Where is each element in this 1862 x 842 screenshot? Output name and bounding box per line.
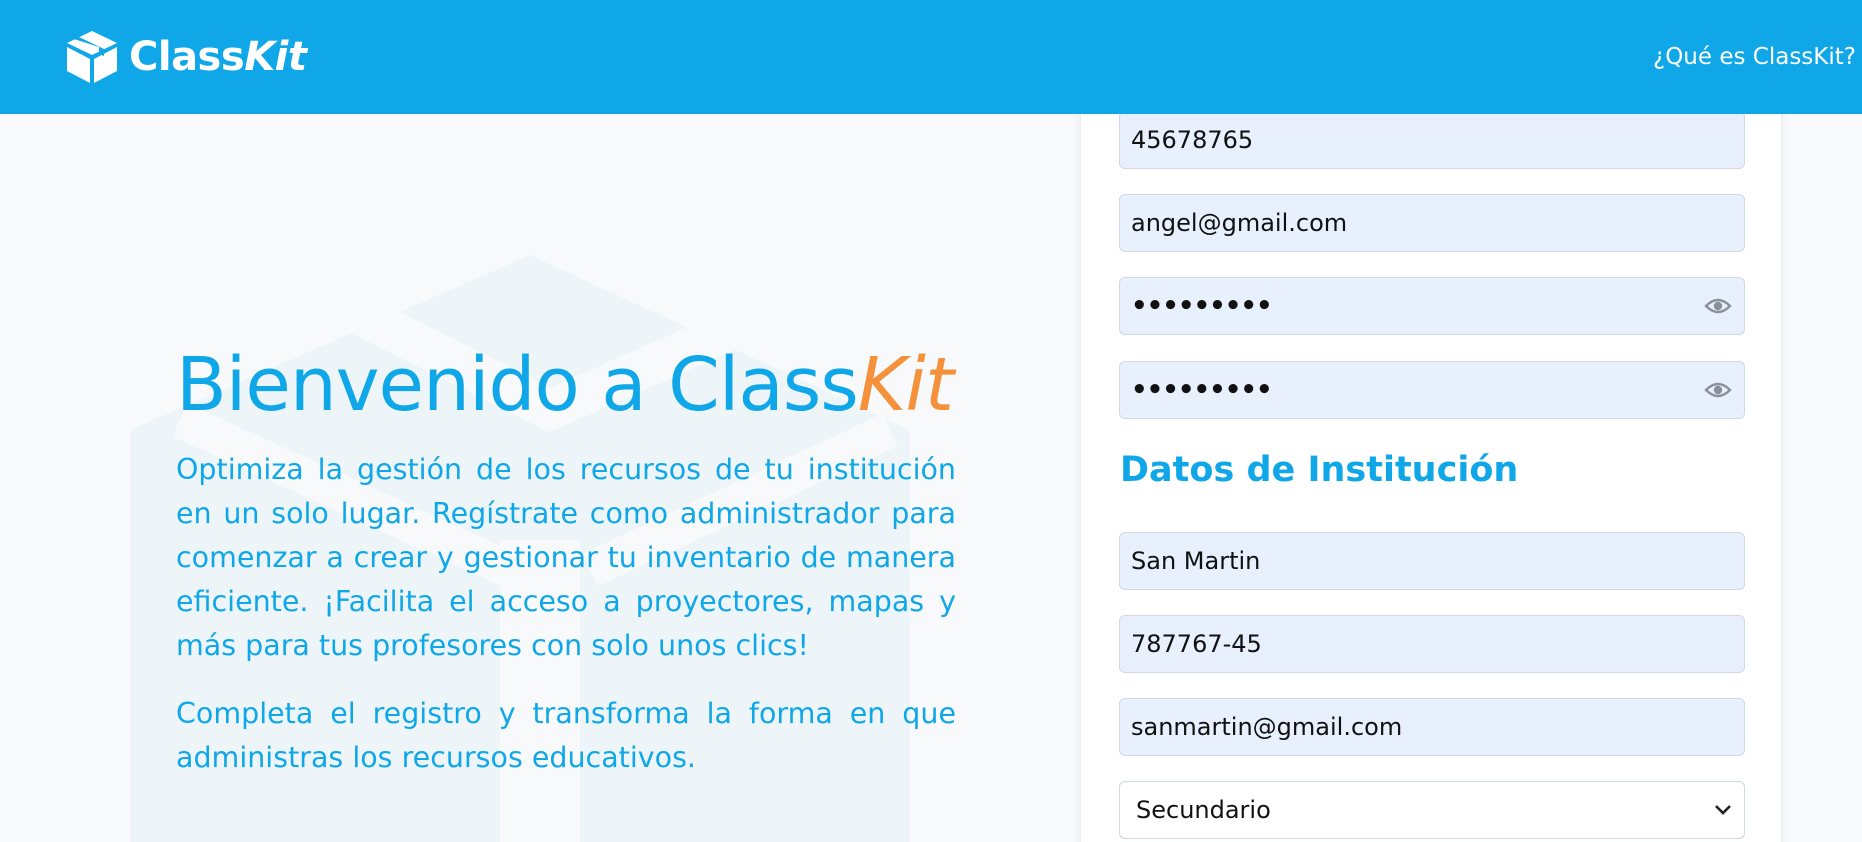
chevron-down-icon xyxy=(1715,805,1731,815)
top-navbar: ClassKit ¿Qué es ClassKit? xyxy=(0,0,1862,114)
institution-code-field[interactable]: 787767-45 xyxy=(1119,615,1745,673)
institution-email-value: sanmartin@gmail.com xyxy=(1131,713,1403,741)
phone-value: 45678765 xyxy=(1131,126,1254,154)
education-level-select[interactable]: Secundario xyxy=(1119,781,1745,839)
hero-title: Bienvenido a ClassKit xyxy=(176,342,954,428)
hero-section: Bienvenido a ClassKit Optimiza la gestió… xyxy=(176,340,956,780)
confirm-password-value: ••••••••• xyxy=(1131,375,1273,405)
institution-name-field[interactable]: San Martin xyxy=(1119,532,1745,590)
institution-name-value: San Martin xyxy=(1131,547,1261,575)
education-level-value: Secundario xyxy=(1136,796,1271,824)
hero-description: Optimiza la gestión de los recursos de t… xyxy=(176,453,956,662)
institution-email-field[interactable]: sanmartin@gmail.com xyxy=(1119,698,1745,756)
email-field[interactable]: angel@gmail.com xyxy=(1119,194,1745,252)
box-icon xyxy=(67,31,117,83)
confirm-password-field[interactable]: ••••••••• xyxy=(1119,361,1745,419)
institution-section-title: Datos de Institución xyxy=(1120,450,1519,490)
eye-icon[interactable] xyxy=(1704,380,1732,400)
password-value: ••••••••• xyxy=(1131,291,1273,321)
password-field[interactable]: ••••••••• xyxy=(1119,277,1745,335)
brand-name: ClassKit xyxy=(129,34,307,80)
hero-call-to-action: Completa el registro y transforma la for… xyxy=(176,697,956,774)
nav-link-what-is-classkit[interactable]: ¿Qué es ClassKit? xyxy=(1653,44,1856,70)
eye-icon[interactable] xyxy=(1704,296,1732,316)
brand-logo[interactable]: ClassKit xyxy=(65,29,307,85)
email-value: angel@gmail.com xyxy=(1131,209,1348,237)
institution-code-value: 787767-45 xyxy=(1131,630,1262,658)
phone-field[interactable]: 45678765 xyxy=(1119,111,1745,169)
